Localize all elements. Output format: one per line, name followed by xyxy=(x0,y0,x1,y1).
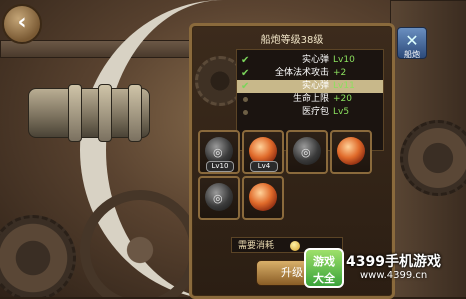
dot-icon xyxy=(243,97,248,102)
stat-value: Lv10 xyxy=(333,55,355,65)
item-slot[interactable]: ◎ Lv10 xyxy=(198,130,240,174)
stat-name: 实心弹 xyxy=(301,81,329,91)
panel-title: 船炮等级38级 xyxy=(260,35,324,46)
check-icon: ✔ xyxy=(241,55,250,66)
stat-row[interactable]: 生命上限 +20 xyxy=(237,93,383,106)
dark-orb-icon: ◎ xyxy=(293,137,321,165)
stat-name: 生命上限 xyxy=(292,94,329,104)
logo-line1: 游戏 xyxy=(313,255,335,268)
watermark-url: www.4399.cn xyxy=(360,270,428,281)
cannon-tab-label: 船炮 xyxy=(404,50,420,59)
stat-row[interactable]: ✔ 实心弹 Lv10 xyxy=(237,54,383,67)
fire-orb-icon xyxy=(337,137,365,165)
cost-label: 需要消耗 xyxy=(238,241,275,251)
item-slot[interactable]: Lv4 xyxy=(242,130,284,174)
level-badge: Lv4 xyxy=(250,161,278,172)
dark-orb-icon: ◎ xyxy=(205,183,233,211)
item-slot[interactable] xyxy=(242,176,284,220)
stat-row[interactable]: ✔ 实心弹 Lv11 xyxy=(237,80,383,93)
stat-value: +20 xyxy=(333,94,352,104)
stat-name: 实心弹 xyxy=(301,55,329,65)
level-badge: Lv10 xyxy=(206,161,234,172)
ship-cannon xyxy=(28,78,178,148)
back-button[interactable]: ‹ xyxy=(2,4,42,44)
item-slot[interactable]: ◎ xyxy=(286,130,328,174)
stat-name: 全体法术攻击 xyxy=(274,68,329,78)
dot-icon xyxy=(243,110,248,115)
coin-icon xyxy=(290,241,300,251)
watermark-text: 4399手机游戏 xyxy=(346,254,441,270)
stat-value: Lv5 xyxy=(333,107,350,117)
crossed-swords-icon: ✕ xyxy=(405,31,419,50)
item-slot[interactable]: ◎ xyxy=(198,176,240,220)
fire-orb-icon xyxy=(249,183,277,211)
check-icon: ✔ xyxy=(241,81,250,92)
watermark-logo: 游戏 大全 xyxy=(304,248,344,288)
stat-row[interactable]: ✔ 全体法术攻击 +2 xyxy=(237,67,383,80)
logo-line2: 大全 xyxy=(313,272,335,285)
stat-name: 医疗包 xyxy=(301,107,329,117)
gear-icon xyxy=(0,215,76,297)
stat-value: Lv11 xyxy=(333,81,355,91)
stat-value: +2 xyxy=(333,68,347,78)
gear-icon xyxy=(400,120,466,196)
check-icon: ✔ xyxy=(241,68,250,79)
item-slot[interactable] xyxy=(330,130,372,174)
stat-row[interactable]: 医疗包 Lv5 xyxy=(237,106,383,119)
